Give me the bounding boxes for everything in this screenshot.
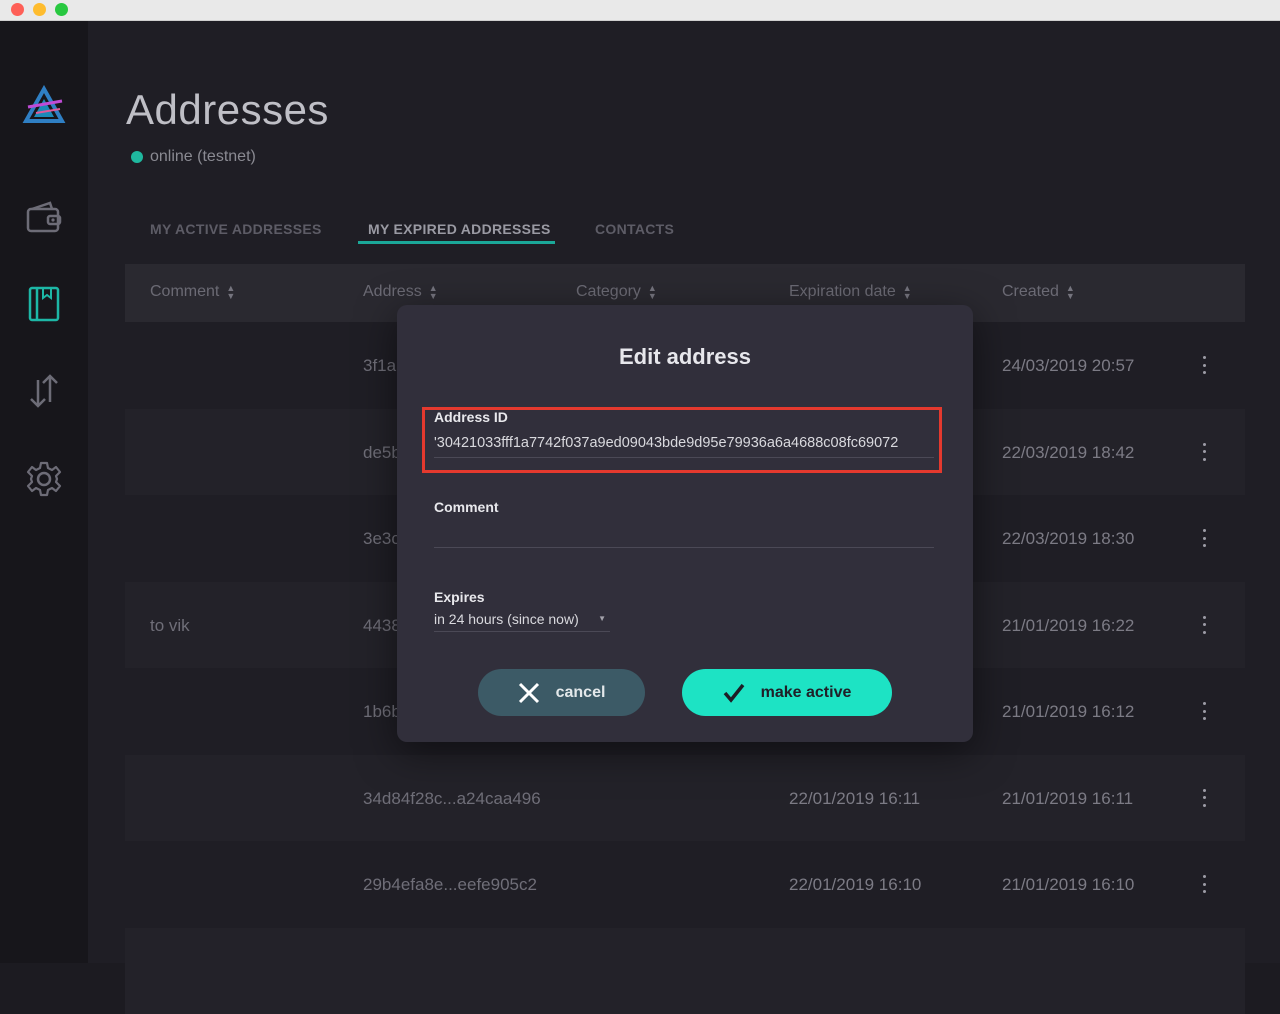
cell-comment: to vik xyxy=(150,616,190,636)
cell-created: 21/01/2019 16:11 xyxy=(1002,789,1133,809)
row-menu-icon[interactable] xyxy=(1195,439,1213,465)
menu-dot xyxy=(1203,789,1206,792)
row-menu-icon[interactable] xyxy=(1195,612,1213,638)
menu-dot xyxy=(1203,623,1206,626)
menu-dot xyxy=(1203,702,1206,705)
column-header-label: Created xyxy=(1002,283,1059,301)
expires-select-value: in 24 hours (since now) xyxy=(434,611,579,627)
menu-dot xyxy=(1203,443,1206,446)
page-title: Addresses xyxy=(126,86,329,134)
expires-label: Expires xyxy=(434,589,485,605)
cell-address: 3e3c xyxy=(363,529,400,549)
cell-address: 4438 xyxy=(363,616,401,636)
menu-dot xyxy=(1203,544,1206,547)
menu-dot xyxy=(1203,616,1206,619)
cell-address: 1b6b xyxy=(363,702,401,722)
zoom-window-button[interactable] xyxy=(55,3,68,16)
menu-dot xyxy=(1203,529,1206,532)
window-titlebar xyxy=(0,0,1280,21)
row-menu-icon[interactable] xyxy=(1195,352,1213,378)
cell-created: 21/01/2019 16:22 xyxy=(1002,616,1134,636)
cell-address: 3f1a xyxy=(363,356,396,376)
address-id-field[interactable]: '30421033fff1a7742f037a9ed09043bde9d95e7… xyxy=(434,435,934,451)
column-header-address[interactable]: Address ▲▼ xyxy=(363,283,438,301)
address-id-underline xyxy=(434,457,934,458)
cell-created: 22/03/2019 18:30 xyxy=(1002,529,1134,549)
cell-created: 21/01/2019 16:10 xyxy=(1002,875,1134,895)
cell-address: 29b4efa8e...eefe905c2 xyxy=(363,875,537,895)
cancel-button-label: cancel xyxy=(556,684,606,702)
address-id-label: Address ID xyxy=(434,409,508,425)
dialog-title: Edit address xyxy=(397,344,973,370)
row-menu-icon[interactable] xyxy=(1195,525,1213,551)
column-header-label: Expiration date xyxy=(789,283,896,301)
sort-icon: ▲▼ xyxy=(903,284,912,300)
settings-icon[interactable] xyxy=(22,457,66,501)
menu-dot xyxy=(1203,450,1206,453)
cell-created: 21/01/2019 16:12 xyxy=(1002,702,1134,722)
dropdown-caret-icon: ▼ xyxy=(598,614,606,623)
row-menu-icon[interactable] xyxy=(1195,871,1213,897)
checkmark-icon xyxy=(723,683,745,703)
menu-dot xyxy=(1203,356,1206,359)
comment-underline xyxy=(434,547,934,548)
menu-dot xyxy=(1203,883,1206,886)
column-header-expiration-date[interactable]: Expiration date ▲▼ xyxy=(789,283,912,301)
column-header-label: Category xyxy=(576,283,641,301)
cell-created: 24/03/2019 20:57 xyxy=(1002,356,1134,376)
menu-dot xyxy=(1203,717,1206,720)
close-icon xyxy=(518,682,540,704)
active-tab-indicator xyxy=(358,241,555,244)
wallet-icon[interactable] xyxy=(22,195,66,239)
menu-dot xyxy=(1203,364,1206,367)
menu-dot xyxy=(1203,890,1206,893)
menu-dot xyxy=(1203,710,1206,713)
column-header-label: Address xyxy=(363,283,422,301)
table-row[interactable]: 29b4efa8e...eefe905c2 22/01/2019 16:10 21/… xyxy=(125,841,1245,928)
row-menu-icon[interactable] xyxy=(1195,785,1213,811)
table-row[interactable] xyxy=(125,928,1245,1014)
comment-input[interactable] xyxy=(434,525,934,545)
transactions-icon[interactable] xyxy=(22,369,66,413)
sort-icon: ▲▼ xyxy=(648,284,657,300)
expires-select[interactable]: in 24 hours (since now) ▼ xyxy=(434,611,610,632)
column-header-label: Comment xyxy=(150,283,219,301)
menu-dot xyxy=(1203,804,1206,807)
column-header-comment[interactable]: Comment ▲▼ xyxy=(150,283,235,301)
comment-label: Comment xyxy=(434,499,499,515)
edit-address-dialog: Edit address Address ID '30421033fff1a77… xyxy=(397,305,973,742)
logo-icon xyxy=(22,83,66,127)
menu-dot xyxy=(1203,796,1206,799)
menu-dot xyxy=(1203,631,1206,634)
make-active-button[interactable]: make active xyxy=(682,669,892,716)
make-active-button-label: make active xyxy=(761,684,852,702)
status-dot-icon xyxy=(131,151,143,163)
tab-my-expired-addresses[interactable]: MY EXPIRED ADDRESSES xyxy=(368,221,551,237)
menu-dot xyxy=(1203,371,1206,374)
minimize-window-button[interactable] xyxy=(33,3,46,16)
cell-created: 22/03/2019 18:42 xyxy=(1002,443,1134,463)
status-text: online (testnet) xyxy=(150,148,256,166)
cell-address: 34d84f28c...a24caa496 xyxy=(363,789,541,809)
cell-expiration: 22/01/2019 16:10 xyxy=(789,875,921,895)
row-menu-icon[interactable] xyxy=(1195,698,1213,724)
column-header-created[interactable]: Created ▲▼ xyxy=(1002,283,1075,301)
tab-my-active-addresses[interactable]: MY ACTIVE ADDRESSES xyxy=(150,221,322,237)
close-window-button[interactable] xyxy=(11,3,24,16)
cell-expiration: 22/01/2019 16:11 xyxy=(789,789,920,809)
sort-icon: ▲▼ xyxy=(1066,284,1075,300)
tab-contacts[interactable]: CONTACTS xyxy=(595,221,674,237)
table-row[interactable]: 34d84f28c...a24caa496 22/01/2019 16:11 21/… xyxy=(125,755,1245,842)
menu-dot xyxy=(1203,875,1206,878)
menu-dot xyxy=(1203,458,1206,461)
connection-status: online (testnet) xyxy=(131,148,256,166)
column-header-category[interactable]: Category ▲▼ xyxy=(576,283,657,301)
cell-address: de5b xyxy=(363,443,401,463)
sort-icon: ▲▼ xyxy=(226,284,235,300)
sort-icon: ▲▼ xyxy=(429,284,438,300)
addresses-icon[interactable] xyxy=(22,282,66,326)
menu-dot xyxy=(1203,537,1206,540)
cancel-button[interactable]: cancel xyxy=(478,669,645,716)
sidebar xyxy=(0,21,88,963)
